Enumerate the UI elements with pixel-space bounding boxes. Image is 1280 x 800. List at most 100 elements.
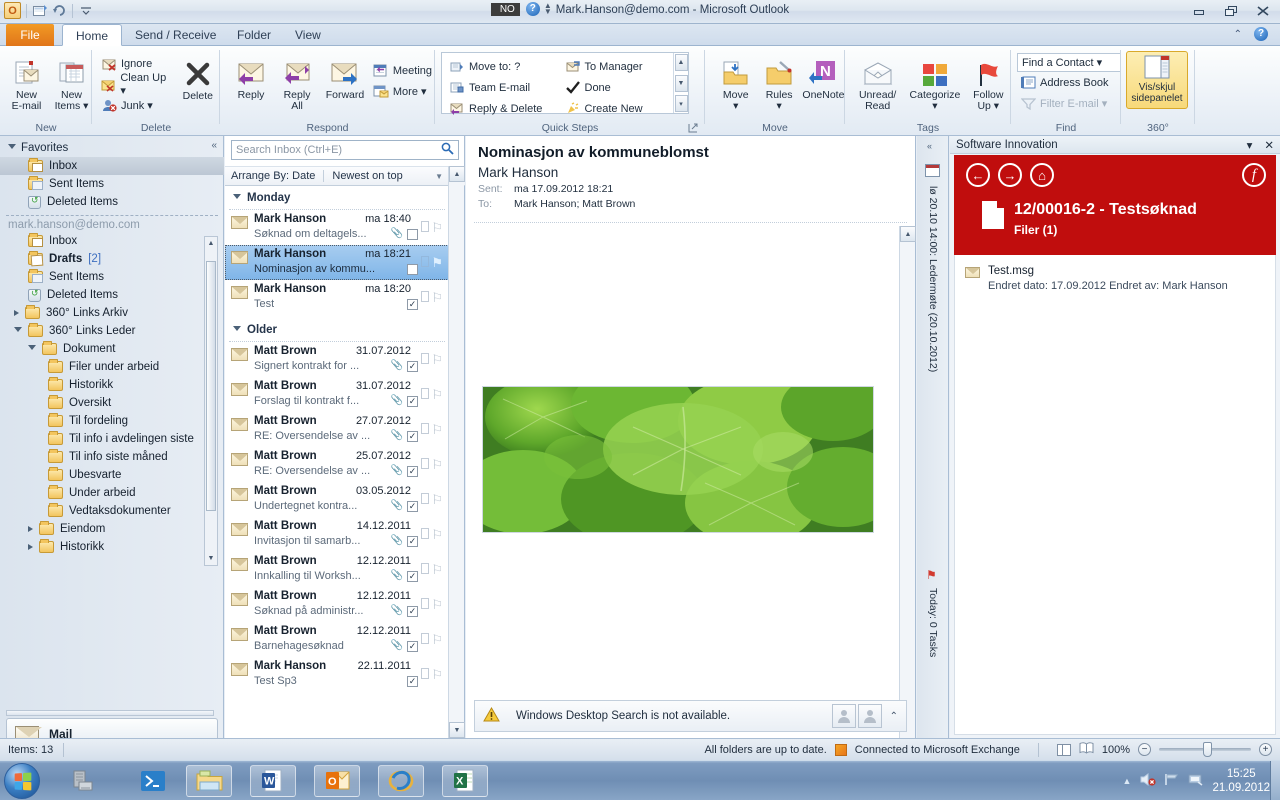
message-checkbox[interactable] <box>407 229 418 240</box>
list-scroll-down[interactable]: ▼ <box>449 722 465 738</box>
quickstep-done[interactable]: Done <box>562 77 674 98</box>
zoom-out-button[interactable]: − <box>1138 743 1151 756</box>
expand-todobar-icon[interactable]: « <box>927 141 932 151</box>
flag-icon[interactable]: ⚐ <box>431 352 443 368</box>
show-desktop-button[interactable] <box>1270 761 1280 800</box>
find-a-contact-input[interactable]: Find a Contact ▾ <box>1017 53 1121 72</box>
sidebar-item-ubesvarte[interactable]: Ubesvarte <box>0 466 224 484</box>
tab-view[interactable]: View <box>282 24 334 46</box>
quicksteps-dialog-launcher[interactable] <box>688 123 699 134</box>
list-scroll-up[interactable]: ▲ <box>449 166 465 182</box>
message-row[interactable]: Mark Hanson 22.11.2011 Test Sp3 ✓ ⚐ <box>225 657 449 692</box>
quickstep-team-email[interactable]: Team E-mail <box>446 77 558 98</box>
message-checkbox[interactable] <box>407 264 418 275</box>
flag-icon[interactable]: ⚑ <box>431 255 443 271</box>
list-item[interactable]: Test.msg Endret dato: 17.09.2012 Endret … <box>955 263 1275 294</box>
start-orb-icon[interactable] <box>4 763 40 799</box>
quickstep-create-new[interactable]: Create New <box>562 98 674 119</box>
sidebar-item-360-links-arkiv[interactable]: 360° Links Arkiv <box>0 304 224 322</box>
message-row[interactable]: Matt Brown 03.05.2012 Undertegnet kontra… <box>225 482 449 517</box>
onenote-button[interactable]: N OneNote <box>802 52 845 112</box>
ribbon-help-icon[interactable]: ? <box>1254 27 1268 41</box>
new-email-button[interactable]: New E-mail <box>6 52 47 112</box>
powershell-icon[interactable] <box>138 765 168 797</box>
chevron-down-icon[interactable] <box>14 327 22 335</box>
quicksteps-scroll-down[interactable]: ▼ <box>674 74 688 92</box>
navpane-scroll-up[interactable]: ▲ <box>205 237 217 250</box>
meeting-button[interactable]: Meeting <box>370 60 435 81</box>
chevron-down-icon[interactable] <box>28 345 36 353</box>
sidebar-item-inbox[interactable]: Inbox <box>0 232 224 250</box>
flag-icon[interactable]: ⚐ <box>431 457 443 473</box>
message-checkbox[interactable]: ✓ <box>407 571 418 582</box>
navpane-scroll-down[interactable]: ▼ <box>205 552 217 565</box>
navpane-splitter[interactable] <box>6 710 214 716</box>
filter-email-button[interactable]: Filter E-mail ▾ <box>1017 93 1121 114</box>
collapse-ribbon-icon[interactable]: ⌃ <box>1234 29 1242 40</box>
sidebar-item-sent-items[interactable]: Sent Items <box>0 268 224 286</box>
flag-icon[interactable]: ⚐ <box>431 527 443 543</box>
chevron-right-icon[interactable] <box>28 526 33 532</box>
message-list-scrollbar[interactable]: ▲ ▼ <box>448 166 465 738</box>
title-help-icon[interactable]: ? <box>525 2 540 16</box>
flag-icon[interactable]: ⚐ <box>431 387 443 403</box>
message-row[interactable]: Matt Brown 27.07.2012 RE: Oversendelse a… <box>225 412 449 447</box>
show-hidden-icons-button[interactable]: ▲ <box>1123 776 1132 786</box>
message-row[interactable]: Matt Brown 14.12.2011 Invitasjon til sam… <box>225 517 449 552</box>
message-checkbox[interactable]: ✓ <box>407 676 418 687</box>
address-book-button[interactable]: Address Book <box>1017 72 1121 93</box>
sidebar-item-historikk-2[interactable]: Historikk <box>0 538 224 556</box>
message-checkbox[interactable]: ✓ <box>407 536 418 547</box>
internet-explorer-icon[interactable] <box>378 765 424 797</box>
flag-icon[interactable]: ⚐ <box>431 492 443 508</box>
sidebar-item-360-links-leder[interactable]: 360° Links Leder <box>0 322 224 340</box>
chevron-right-icon[interactable] <box>14 310 19 316</box>
unread-read-button[interactable]: Unread/ Read <box>851 52 904 112</box>
close-button[interactable] <box>1252 2 1274 20</box>
word-icon[interactable]: W <box>250 765 296 797</box>
sidebar-item-filer-under-arbeid[interactable]: Filer under arbeid <box>0 358 224 376</box>
sidebar-item-favorites-sent[interactable]: Sent Items <box>0 175 224 193</box>
brand-logo-icon[interactable]: f <box>1242 163 1266 187</box>
cleanup-button[interactable]: Clean Up ▾ <box>98 72 176 97</box>
flag-icon[interactable]: ⚐ <box>431 632 443 648</box>
sidebar-item-favorites-inbox[interactable]: Inbox <box>0 157 224 175</box>
reading-scroll-up[interactable]: ▲ <box>900 226 916 242</box>
side-panel-menu-icon[interactable]: ▾ <box>1247 138 1253 152</box>
avatar[interactable] <box>857 704 882 728</box>
message-row[interactable]: Matt Brown 12.12.2011 Barnehagesøknad 📎 … <box>225 622 449 657</box>
side-panel-close-icon[interactable]: ✕ <box>1264 138 1274 152</box>
back-icon[interactable]: ← <box>966 163 990 187</box>
categorize-button[interactable]: Categorize ▾ <box>906 52 963 112</box>
quickstep-move-to[interactable]: Move to: ? <box>446 56 558 77</box>
flag-icon[interactable]: ⚐ <box>431 562 443 578</box>
zoom-in-button[interactable]: + <box>1259 743 1272 756</box>
volume-muted-icon[interactable] <box>1139 772 1157 790</box>
excel-icon[interactable]: X <box>442 765 488 797</box>
sidebar-item-til-info-avdelingen[interactable]: Til info i avdelingen siste <box>0 430 224 448</box>
move-button[interactable]: Move ▾ <box>715 52 756 112</box>
message-row[interactable]: Matt Brown 31.07.2012 Signert kontrakt f… <box>225 342 449 377</box>
message-row[interactable]: Matt Brown 12.12.2011 Søknad på administ… <box>225 587 449 622</box>
message-row[interactable]: Mark Hanson ma 18:20 Test ✓ ⚐ <box>225 280 449 315</box>
message-row[interactable]: Matt Brown 12.12.2011 Innkalling til Wor… <box>225 552 449 587</box>
quickstep-reply-delete[interactable]: Reply & Delete <box>446 98 558 119</box>
more-respond-button[interactable]: More ▾ <box>370 81 435 102</box>
chevron-down-icon[interactable]: ▼ <box>435 172 443 181</box>
message-checkbox[interactable]: ✓ <box>407 299 418 310</box>
quicksteps-more[interactable]: ▾ <box>674 95 688 112</box>
avatar[interactable] <box>831 704 856 728</box>
new-items-button[interactable]: New Items ▾ <box>51 52 92 112</box>
forward-button[interactable]: Forward <box>320 52 370 112</box>
action-center-icon[interactable] <box>1188 772 1204 790</box>
message-checkbox[interactable]: ✓ <box>407 606 418 617</box>
sidebar-item-under-arbeid[interactable]: Under arbeid <box>0 484 224 502</box>
message-checkbox[interactable]: ✓ <box>407 641 418 652</box>
sidebar-item-favorites-deleted[interactable]: Deleted Items <box>0 193 224 211</box>
normal-view-button[interactable] <box>1056 743 1071 756</box>
todobar-tasks[interactable]: Today: 0 Tasks <box>927 588 939 657</box>
sidebar-item-vedtaksdokumenter[interactable]: Vedtaksdokumenter <box>0 502 224 520</box>
message-row[interactable]: Matt Brown 31.07.2012 Forslag til kontra… <box>225 377 449 412</box>
zoom-slider[interactable] <box>1159 742 1251 757</box>
sidebar-item-deleted-items[interactable]: Deleted Items <box>0 286 224 304</box>
